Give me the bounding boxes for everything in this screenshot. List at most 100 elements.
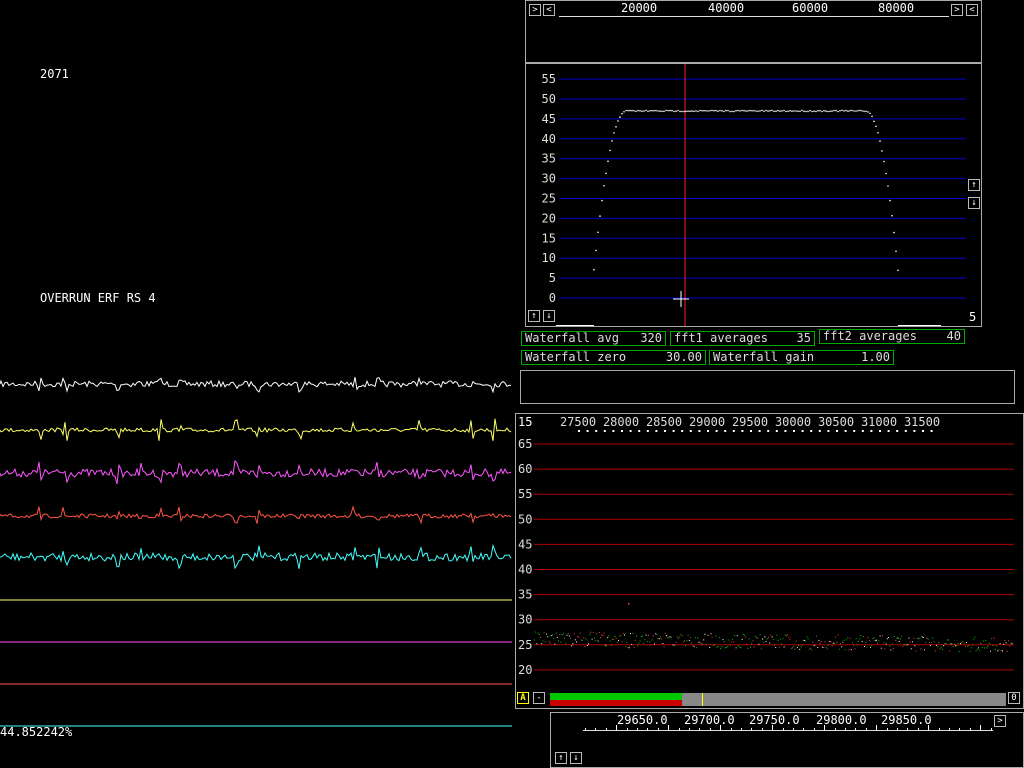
arrow-down-icon[interactable]: ↓ [968,197,980,209]
spectrum-point [693,110,695,113]
spectrum-point [893,231,895,234]
baseband-point [691,642,693,644]
baseband-point [994,649,996,650]
spectrum-point [725,109,727,112]
narrow-scale-tick-mark [990,728,992,731]
baseband-point [756,637,757,639]
waterfall-zero-field[interactable]: Waterfall zero 30.00 [521,350,706,365]
spectrum-point [799,110,801,113]
baseband-point [795,640,797,642]
spectrum-y-label: 30 [542,172,556,186]
arrow-down-icon[interactable]: ↓ [543,310,555,322]
baseband-point [945,643,947,645]
baseband-point [746,643,748,645]
baseband-point [952,646,954,647]
arrow-up-icon[interactable]: ↑ [968,179,980,191]
baseband-point [664,632,666,634]
arrow-right-icon[interactable]: > [951,4,963,16]
baseband-point [865,641,867,643]
arrow-up-icon[interactable]: ↑ [555,752,567,764]
baseband-point [852,642,853,644]
baseband-point [822,646,823,648]
baseband-point [541,643,543,645]
baseband-point [601,634,603,636]
arrow-left-icon[interactable]: < [966,4,978,16]
wide-scale-tick: 80000 [878,1,915,15]
baseband-point [1000,649,1002,651]
spectrum-point [663,110,665,113]
baseband-point [848,649,850,651]
baseband-point [717,646,719,647]
narrow-scale-tick: 29850.0 [881,713,932,727]
baseband-point [540,636,541,638]
narrow-scale-tick: 29700.0 [684,713,735,727]
baseband-scale-dot [836,430,838,432]
baseband-point [720,648,721,650]
spectrum-point [853,110,855,112]
spectrum-point [775,110,777,112]
baseband-scale-dot [586,430,589,432]
spectrum-point [883,160,885,163]
baseband-point [694,637,696,639]
baseband-point [703,639,705,641]
baseband-point [984,647,985,649]
baseband-point [951,643,953,645]
baseband-point [867,636,869,638]
baseband-point [877,642,879,644]
minus-button[interactable]: - [533,692,545,704]
spectrum-point [711,109,713,112]
baseband-point [766,638,768,640]
baseband-point [688,639,690,641]
baseband-point [896,637,898,639]
baseband-point [711,636,713,638]
waterfall-gain-field[interactable]: Waterfall gain 1.00 [709,350,894,365]
baseband-point [967,645,969,647]
baseband-point [985,640,987,641]
narrow-scale-tick-mark [855,728,857,731]
spectrum-point [695,110,697,112]
baseband-scale-dot [741,430,744,432]
baseband-point [740,647,742,649]
baseband-point [714,643,715,645]
fft1-averages-field[interactable]: fft1 averages 35 [670,331,815,346]
baseband-point [777,639,779,641]
baseband-point [585,638,587,640]
baseband-scale-dot [930,430,933,432]
arrow-right-icon[interactable]: > [994,715,1006,727]
baseband-point [866,646,868,648]
spectrum-point [813,110,815,112]
baseband-point [560,641,562,643]
spectrum-point [863,110,865,113]
a-button[interactable]: A [517,692,529,704]
baseband-point [732,639,733,641]
baseband-point [712,644,714,646]
baseband-point [1005,642,1007,644]
spectrum-point [657,110,659,112]
baseband-point [902,645,904,647]
arrow-up-icon[interactable]: ↑ [528,310,540,322]
spectrum-point [777,109,779,112]
baseband-y-label: 35 [518,588,532,602]
baseband-point [835,636,837,638]
baseband-point [735,647,737,649]
baseband-point [813,645,815,647]
baseband-point [681,635,683,637]
baseband-point [628,603,630,605]
spectrum-point [641,110,643,112]
arrow-down-icon[interactable]: ↓ [570,752,582,764]
arrow-left-icon[interactable]: < [543,4,555,16]
fft2-averages-field[interactable]: fft2 averages 40 [819,329,965,344]
baseband-point [696,647,697,649]
spectrum-point [815,110,817,113]
waterfall-avg-field[interactable]: Waterfall avg 320 [521,331,666,346]
arrow-right-icon[interactable]: > [529,4,541,16]
baseband-point [930,644,931,646]
baseband-point [979,650,981,652]
spectrum-point [771,109,773,112]
baseband-scale-dot [818,430,821,432]
baseband-point [676,636,678,638]
baseband-point [814,644,816,646]
baseband-point [968,645,970,646]
baseband-point [891,643,893,645]
zero-button[interactable]: 0 [1008,692,1020,704]
